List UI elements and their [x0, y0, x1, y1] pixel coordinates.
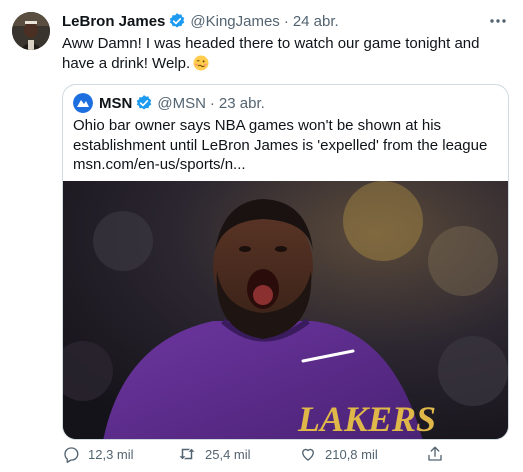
- like-button[interactable]: 210,8 mil: [299, 443, 378, 465]
- tweet-text-content: Aww Damn! I was headed there to watch ou…: [62, 35, 480, 72]
- separator-dot: ·: [209, 94, 215, 112]
- like-count: 210,8 mil: [325, 446, 378, 462]
- verified-badge-icon: [135, 94, 153, 112]
- tweet-timestamp[interactable]: 24 abr.: [293, 13, 339, 30]
- quoted-tweet[interactable]: MSN @MSN · 23 abr. Ohio bar owner says N…: [62, 84, 509, 440]
- tweet-text: Aww Damn! I was headed there to watch ou…: [62, 34, 502, 74]
- share-button[interactable]: [426, 443, 452, 465]
- author-avatar[interactable]: [12, 12, 50, 50]
- retweet-button[interactable]: 25,4 mil: [177, 443, 251, 465]
- author-name[interactable]: LeBron James: [62, 13, 165, 30]
- reply-count: 12,3 mil: [88, 446, 134, 462]
- quoted-author-handle: @MSN: [157, 94, 206, 112]
- quoted-tweet-text: Ohio bar owner says NBA games won't be s…: [73, 117, 488, 173]
- more-options-icon[interactable]: [487, 12, 509, 30]
- share-icon: [428, 446, 442, 461]
- tweet-header: LeBron James @KingJames · 24 abr.: [62, 10, 339, 32]
- retweet-count: 25,4 mil: [205, 446, 251, 462]
- tweet[interactable]: LeBron James @KingJames · 24 abr. Aww Da…: [0, 0, 523, 472]
- reply-button[interactable]: 12,3 mil: [62, 443, 134, 465]
- separator-dot: ·: [283, 12, 289, 30]
- heart-icon: [302, 448, 314, 461]
- author-handle[interactable]: @KingJames: [190, 13, 279, 30]
- jersey-lettering: LAKERS: [297, 399, 436, 439]
- msn-logo-icon: [73, 93, 93, 113]
- verified-badge-icon: [168, 12, 186, 30]
- quoted-tweet-image[interactable]: LAKERS: [63, 181, 508, 439]
- retweet-icon: [179, 448, 195, 460]
- tweet-actions: 12,3 mil 25,4 mil 210,8 mil: [62, 443, 462, 465]
- quoted-tweet-header: MSN @MSN · 23 abr.: [73, 93, 265, 113]
- quoted-author-name: MSN: [99, 94, 133, 112]
- quoted-timestamp: 23 abr.: [218, 94, 265, 112]
- reply-icon: [64, 447, 79, 463]
- woozy-face-emoji-icon: [193, 55, 209, 71]
